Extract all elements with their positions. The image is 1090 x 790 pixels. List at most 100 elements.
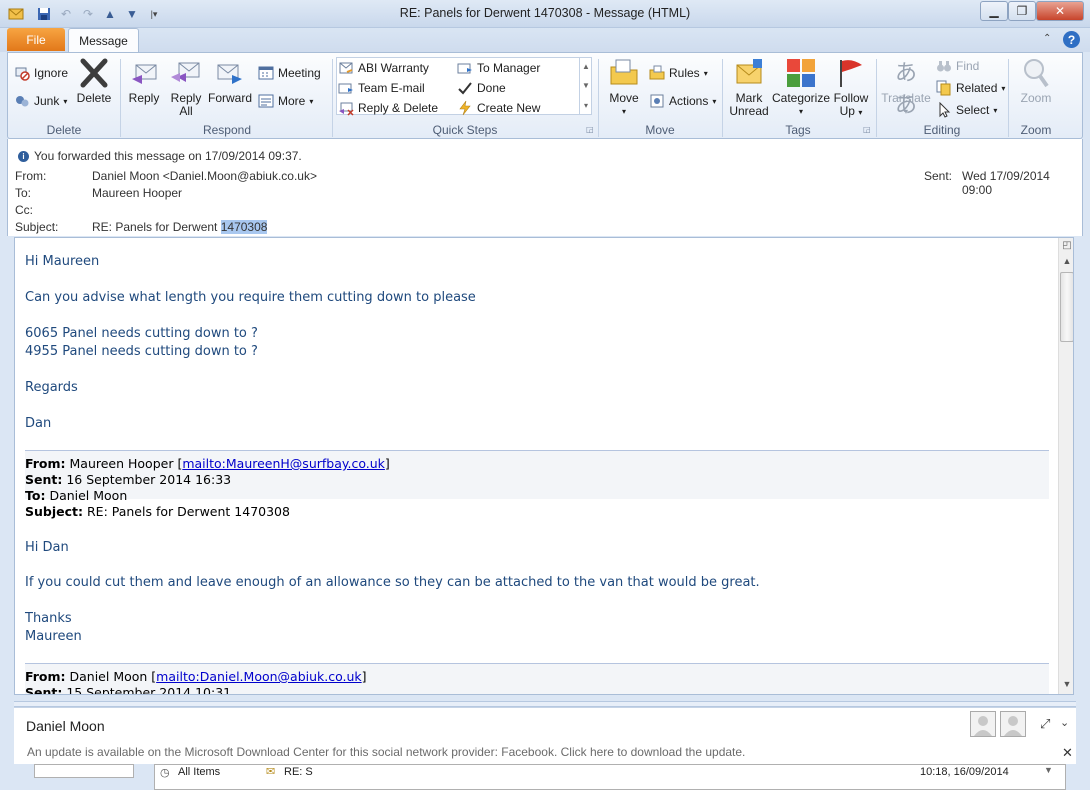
- forward-button[interactable]: Forward: [207, 57, 253, 105]
- actions-button[interactable]: Actions ▾: [649, 91, 716, 111]
- quoted-text: If you could cut them and leave enough o…: [25, 575, 760, 590]
- tab-file[interactable]: File: [7, 28, 65, 51]
- quick-steps-group-label: Quick Steps: [432, 123, 498, 137]
- tab-row: [0, 28, 1090, 52]
- chevron-down-icon[interactable]: ⌄: [1060, 716, 1069, 729]
- people-pane: Daniel Moon ⤢ ⌄ An update is available o…: [14, 707, 1076, 765]
- to-value[interactable]: Maureen Hooper: [92, 186, 182, 200]
- cursor-icon: [939, 102, 951, 118]
- quoted-from-name: Maureen Hooper [: [69, 456, 183, 471]
- translate-button[interactable]: ああ Translate ▾: [880, 57, 932, 118]
- resize-page-icon[interactable]: ◰: [1060, 240, 1073, 254]
- quick-step-abi-warranty[interactable]: ABI Warranty: [338, 58, 429, 78]
- quoted-to-label: To:: [25, 488, 46, 503]
- subject-label: Subject:: [15, 220, 59, 234]
- quick-step-reply-delete[interactable]: Reply & Delete: [338, 98, 438, 118]
- expand-pane-icon[interactable]: ⤢: [1040, 716, 1050, 732]
- info-icon: i: [18, 151, 29, 162]
- window-title: RE: Panels for Derwent 1470308 - Message…: [399, 6, 691, 20]
- quoted-to-value: Daniel Moon: [49, 488, 128, 503]
- quick-step-to-manager[interactable]: To Manager: [457, 58, 540, 78]
- reply-all-icon: [171, 62, 200, 82]
- more-respond-button[interactable]: More ▾: [258, 91, 313, 111]
- related-button[interactable]: Related ▾: [936, 78, 1005, 98]
- quick-step-team-email[interactable]: Team E-mail: [338, 78, 425, 98]
- magnifier-icon: [1024, 59, 1049, 88]
- rules-button[interactable]: Rules ▾: [649, 63, 708, 83]
- delete-label: Delete: [76, 91, 112, 105]
- categorize-button[interactable]: Categorize ▾: [772, 57, 830, 118]
- checkmark-icon: [458, 82, 472, 95]
- select-label: Select: [956, 103, 990, 117]
- mark-unread-label-2: Unread: [729, 104, 769, 118]
- scroll-down-arrow[interactable]: ▼: [1060, 679, 1073, 693]
- subject-selected-text[interactable]: 1470308: [220, 220, 268, 234]
- body-line: Can you advise what length you require t…: [25, 290, 476, 305]
- quoted-sent-label: Sent:: [25, 685, 63, 695]
- sent-value: Wed 17/09/2014 09:00: [962, 169, 1050, 197]
- junk-button[interactable]: Junk ▾: [14, 91, 67, 111]
- quoted-from-close: ]: [361, 669, 367, 684]
- item-time: 10:18, 16/09/2014: [920, 766, 1009, 778]
- message-body[interactable]: Hi Maureen Can you advise what length yo…: [14, 237, 1074, 695]
- subject-text: RE: Panels for Derwent: [92, 220, 218, 234]
- quick-step-done[interactable]: Done: [457, 78, 506, 98]
- reply-button[interactable]: Reply: [126, 57, 162, 105]
- follow-up-button[interactable]: Follow Up ▾: [831, 57, 871, 119]
- abi-warranty-icon: [339, 62, 353, 74]
- actions-label: Actions: [669, 94, 709, 108]
- people-pane-name[interactable]: Daniel Moon: [26, 718, 105, 734]
- scroll-thumb[interactable]: [1060, 272, 1073, 342]
- reply-all-button[interactable]: Reply All: [168, 57, 204, 118]
- quoted-from: From: Maureen Hooper [mailto:MaureenH@su…: [25, 456, 390, 471]
- meeting-button[interactable]: Meeting: [258, 63, 321, 83]
- zoom-button[interactable]: Zoom: [1014, 57, 1058, 105]
- person-photo-icon[interactable]: [970, 711, 996, 737]
- related-icon: [936, 80, 951, 96]
- minimize-button[interactable]: ▁: [980, 1, 1008, 21]
- categorize-icon: [787, 59, 815, 87]
- quick-steps-scroll[interactable]: ▲ ▼ ▾: [579, 57, 592, 115]
- related-label: Related: [956, 81, 998, 95]
- update-notice[interactable]: An update is available on the Microsoft …: [27, 745, 745, 759]
- quoted-from-label: From:: [25, 456, 66, 471]
- collapse-ribbon-icon[interactable]: ⌃: [1043, 33, 1051, 44]
- dialog-launcher-icon[interactable]: ◲: [586, 125, 594, 134]
- dialog-launcher-icon[interactable]: ◲: [863, 125, 871, 134]
- person-photo-icon[interactable]: [1000, 711, 1026, 737]
- body-line: 4955 Panel needs cutting down to ?: [25, 344, 258, 359]
- vertical-scrollbar[interactable]: ◰ ▲ ▼: [1058, 238, 1073, 694]
- sent-label: Sent:: [924, 169, 953, 183]
- tab-message[interactable]: Message: [68, 28, 139, 53]
- team-email-icon: [338, 83, 353, 94]
- select-button[interactable]: Select ▾: [936, 100, 997, 120]
- maximize-button[interactable]: ❐: [1008, 1, 1036, 21]
- mark-unread-button[interactable]: Mark Unread: [726, 57, 772, 118]
- quick-step-label: Done: [477, 81, 506, 95]
- body-regards: Regards: [25, 380, 78, 395]
- quick-step-label: To Manager: [477, 61, 541, 75]
- move-group-label: Move: [645, 123, 675, 137]
- body-greeting: Hi Maureen: [25, 254, 100, 269]
- delete-button[interactable]: Delete: [74, 57, 114, 105]
- background-window-strip: ◷ All Items ✉ RE: S 10:18, 16/09/2014 ▼: [0, 764, 1090, 790]
- quoted-from-mailto-link[interactable]: mailto:Daniel.Moon@abiuk.co.uk: [156, 669, 362, 684]
- binoculars-icon: [937, 61, 951, 72]
- tags-group-label: Tags: [785, 123, 811, 137]
- from-value[interactable]: Daniel Moon <Daniel.Moon@abiuk.co.uk>: [92, 169, 317, 183]
- close-notice-icon[interactable]: ✕: [1062, 745, 1073, 761]
- ignore-button[interactable]: Ignore: [14, 63, 68, 83]
- find-button[interactable]: Find: [936, 56, 979, 76]
- scroll-up-arrow[interactable]: ▲: [1060, 256, 1073, 270]
- quoted-sent-value: 15 September 2014 10:31: [66, 685, 232, 695]
- help-icon[interactable]: ?: [1063, 31, 1080, 48]
- quoted-from-mailto-link[interactable]: mailto:MaureenH@surfbay.co.uk: [182, 456, 385, 471]
- group-separator: [332, 59, 333, 137]
- quoted-greeting: Hi Dan: [25, 540, 69, 555]
- quick-step-create-new[interactable]: Create New: [457, 98, 540, 118]
- ignore-icon: [15, 67, 30, 81]
- flag-icon: [840, 60, 862, 87]
- close-window-button[interactable]: ✕: [1036, 1, 1084, 21]
- move-button[interactable]: Move ▾: [604, 57, 644, 118]
- quoted-signature: Maureen: [25, 629, 82, 644]
